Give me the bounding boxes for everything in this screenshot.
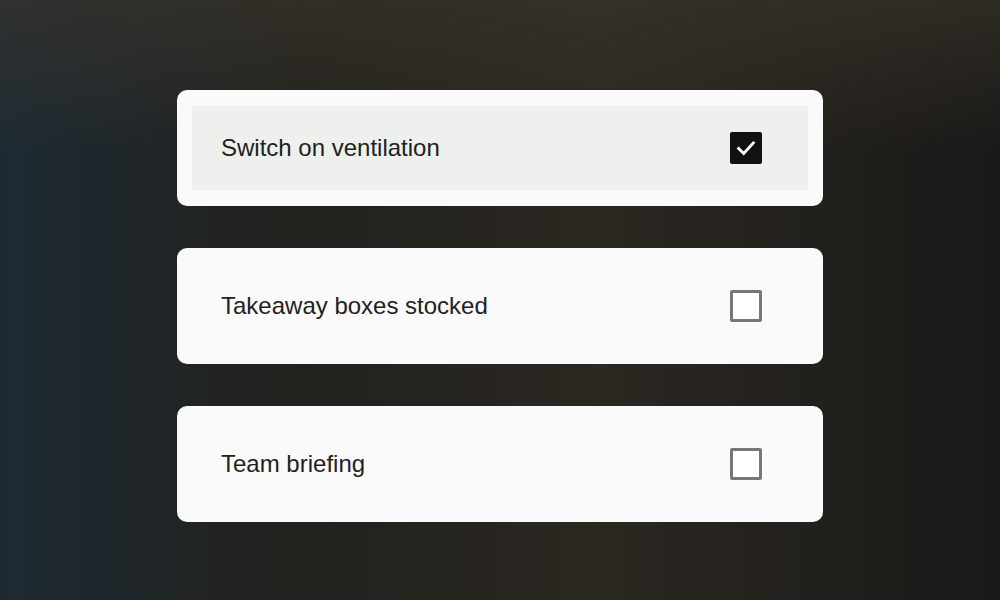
checkbox[interactable]: [730, 132, 762, 164]
checklist-card: Takeaway boxes stocked: [177, 248, 823, 364]
checklist: Switch on ventilation Takeaway boxes stoc…: [177, 90, 823, 522]
checklist-card: Switch on ventilation: [177, 90, 823, 206]
item-label: Switch on ventilation: [221, 134, 440, 163]
checkbox[interactable]: [730, 290, 762, 322]
checklist-item[interactable]: Switch on ventilation: [192, 106, 808, 190]
checklist-item[interactable]: Team briefing: [192, 422, 808, 506]
checklist-card: Team briefing: [177, 406, 823, 522]
item-label: Takeaway boxes stocked: [221, 292, 488, 321]
checklist-item[interactable]: Takeaway boxes stocked: [192, 264, 808, 348]
kitchen-photo-background: Switch on ventilation Takeaway boxes stoc…: [0, 0, 1000, 600]
checkbox[interactable]: [730, 448, 762, 480]
item-label: Team briefing: [221, 450, 365, 479]
checkmark-icon: [735, 137, 757, 159]
